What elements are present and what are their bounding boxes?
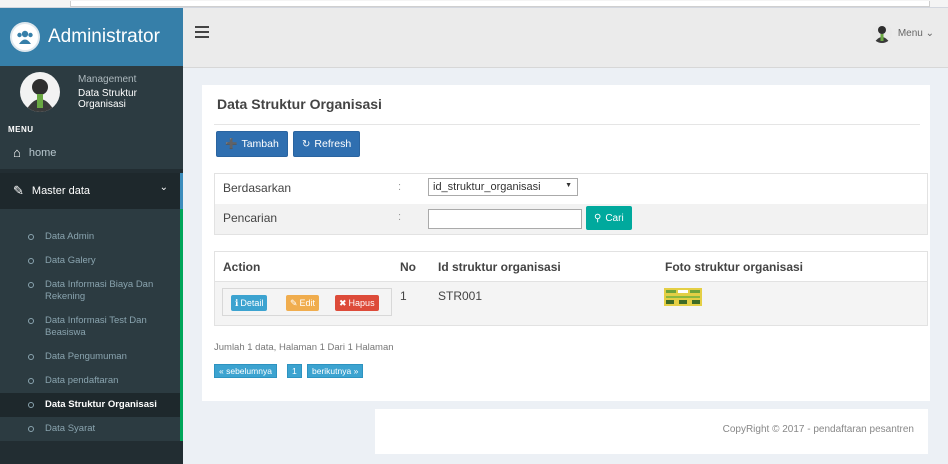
copyright-text: CopyRight © 2017 - pendaftaran pesantren xyxy=(722,424,914,435)
address-bar[interactable] xyxy=(70,1,930,7)
divider xyxy=(214,124,920,125)
sidebar-item-master-data[interactable]: ✎ Master data ⌄ xyxy=(0,173,183,209)
column-header-action: Action xyxy=(223,260,261,274)
search-button-label: Cari xyxy=(605,212,624,224)
search-label: Pencarian xyxy=(223,211,278,225)
users-icon xyxy=(10,22,40,52)
data-table: Action No Id struktur organisasi Foto st… xyxy=(214,251,928,326)
column-header-no: No xyxy=(400,260,416,274)
sidebar-item-label: Data Informasi Test Dan Beasiswa xyxy=(45,315,147,338)
filter-row: Berdasarkan : id_struktur_organisasi ▼ xyxy=(215,174,927,204)
sidebar-item-data-pengumuman[interactable]: Data Pengumuman xyxy=(0,345,180,369)
sidebar-item-data-informasi-biaya[interactable]: Data Informasi Biaya Dan Rekening xyxy=(0,273,180,309)
footer: CopyRight © 2017 - pendaftaran pesantren xyxy=(375,409,928,454)
search-input[interactable] xyxy=(428,209,582,229)
filter-field-value: id_struktur_organisasi xyxy=(433,181,541,193)
plus-icon: ➕ xyxy=(225,138,238,150)
pagination-summary: Jumlah 1 data, Halaman 1 Dari 1 Halaman xyxy=(214,342,394,353)
colon: : xyxy=(398,211,402,223)
pagination-page[interactable]: 1 xyxy=(287,364,302,378)
filter-field-select[interactable]: id_struktur_organisasi ▼ xyxy=(428,178,578,196)
sidebar-item-label: Data Syarat xyxy=(45,423,96,434)
organization-photo-thumbnail[interactable] xyxy=(664,288,702,306)
edit-button-label: Edit xyxy=(299,298,316,308)
top-navbar: Menu ⌄ xyxy=(183,8,948,68)
master-data-submenu: Data Admin Data Galery Data Informasi Bi… xyxy=(0,209,183,441)
sidebar-item-label: Data Admin xyxy=(45,231,95,242)
edit-icon: ✎ xyxy=(13,183,24,198)
circle-icon xyxy=(28,354,34,360)
search-button[interactable]: ⚲ Cari xyxy=(586,206,632,230)
sidebar-item-data-galery[interactable]: Data Galery xyxy=(0,249,180,273)
filter-by-label: Berdasarkan xyxy=(223,181,292,195)
chevron-down-icon: ▼ xyxy=(565,182,572,189)
sidebar-item-data-syarat[interactable]: Data Syarat xyxy=(0,417,180,441)
circle-icon xyxy=(28,402,34,408)
user-role: Management xyxy=(78,74,137,85)
pagination-prev[interactable]: « sebelumnya xyxy=(214,364,277,378)
search-form: Berdasarkan : id_struktur_organisasi ▼ P… xyxy=(214,173,928,235)
refresh-button-label: Refresh xyxy=(314,138,352,150)
sidebar-item-data-informasi-test[interactable]: Data Informasi Test Dan Beasiswa xyxy=(0,309,180,345)
circle-icon xyxy=(28,426,34,432)
circle-icon xyxy=(28,318,34,324)
home-icon: ⌂ xyxy=(13,145,21,160)
sidebar-item-label: home xyxy=(28,146,57,159)
sidebar: Administrator Management Data Struktur O… xyxy=(0,8,183,464)
circle-icon xyxy=(28,234,34,240)
table-header: Action No Id struktur organisasi Foto st… xyxy=(215,252,927,282)
sidebar-item-label: Master data xyxy=(31,185,90,197)
circle-icon xyxy=(28,378,34,384)
sidebar-item-label: Data pendaftaran xyxy=(45,375,119,386)
sidebar-item-data-struktur-organisasi[interactable]: Data Struktur Organisasi xyxy=(0,393,180,417)
delete-button[interactable]: ✖ Hapus xyxy=(335,295,379,311)
info-icon: ℹ xyxy=(235,297,239,308)
sidebar-item-label: Data Struktur Organisasi xyxy=(45,399,157,410)
refresh-button[interactable]: ↻ Refresh xyxy=(293,131,361,157)
search-icon: ⚲ xyxy=(594,212,602,224)
column-header-id: Id struktur organisasi xyxy=(438,260,561,274)
user-panel: Management Data Struktur Organisasi MENU xyxy=(0,66,183,136)
edit-icon: ✎ xyxy=(290,297,298,308)
sidebar-item-label: Data Galery xyxy=(45,255,96,266)
refresh-icon: ↻ xyxy=(302,138,311,150)
sidebar-item-data-admin[interactable]: Data Admin xyxy=(0,225,180,249)
user-menu[interactable]: Menu ⌄ xyxy=(871,23,934,43)
search-row: Pencarian : ⚲ Cari xyxy=(215,204,927,234)
detail-button-label: Detail xyxy=(240,298,264,308)
pagination-next[interactable]: berikutnya » xyxy=(307,364,364,378)
edit-button[interactable]: ✎ Edit xyxy=(286,295,320,311)
colon: : xyxy=(398,181,402,193)
brand-header[interactable]: Administrator xyxy=(0,8,183,66)
menu-header: MENU xyxy=(8,125,34,134)
browser-top-strip xyxy=(0,0,948,8)
sidebar-item-data-pendaftaran[interactable]: Data pendaftaran xyxy=(0,369,180,393)
page-title: Data Struktur Organisasi xyxy=(217,96,382,112)
circle-icon xyxy=(28,282,34,288)
add-button-label: Tambah xyxy=(241,138,279,150)
circle-icon xyxy=(28,258,34,264)
user-menu-label: Menu ⌄ xyxy=(897,27,934,39)
column-header-photo: Foto struktur organisasi xyxy=(665,260,804,274)
chevron-down-icon: ⌄ xyxy=(159,182,168,193)
user-avatar xyxy=(20,72,60,112)
sidebar-item-label: Data Informasi Biaya Dan Rekening xyxy=(45,279,154,302)
content-box: Data Struktur Organisasi ➕ Tambah ↻ Refr… xyxy=(202,85,930,401)
row-number: 1 xyxy=(400,289,407,303)
menu-toggle-icon[interactable] xyxy=(195,26,209,38)
delete-button-label: Hapus xyxy=(348,298,375,308)
table-row: ℹ Detail ✎ Edit ✖ Hapus 1 STR001 xyxy=(215,282,927,325)
user-avatar xyxy=(871,23,892,43)
add-button[interactable]: ➕ Tambah xyxy=(216,131,288,157)
detail-button[interactable]: ℹ Detail xyxy=(231,295,268,311)
row-actions: ℹ Detail ✎ Edit ✖ Hapus xyxy=(222,288,392,316)
row-id: STR001 xyxy=(438,289,483,303)
user-current-page: Data Struktur Organisasi xyxy=(78,88,137,110)
close-icon: ✖ xyxy=(339,297,347,308)
sidebar-item-home[interactable]: ⌂ home xyxy=(0,136,183,169)
sidebar-item-label: Data Pengumuman xyxy=(45,351,127,362)
brand-title: Administrator xyxy=(48,26,160,47)
